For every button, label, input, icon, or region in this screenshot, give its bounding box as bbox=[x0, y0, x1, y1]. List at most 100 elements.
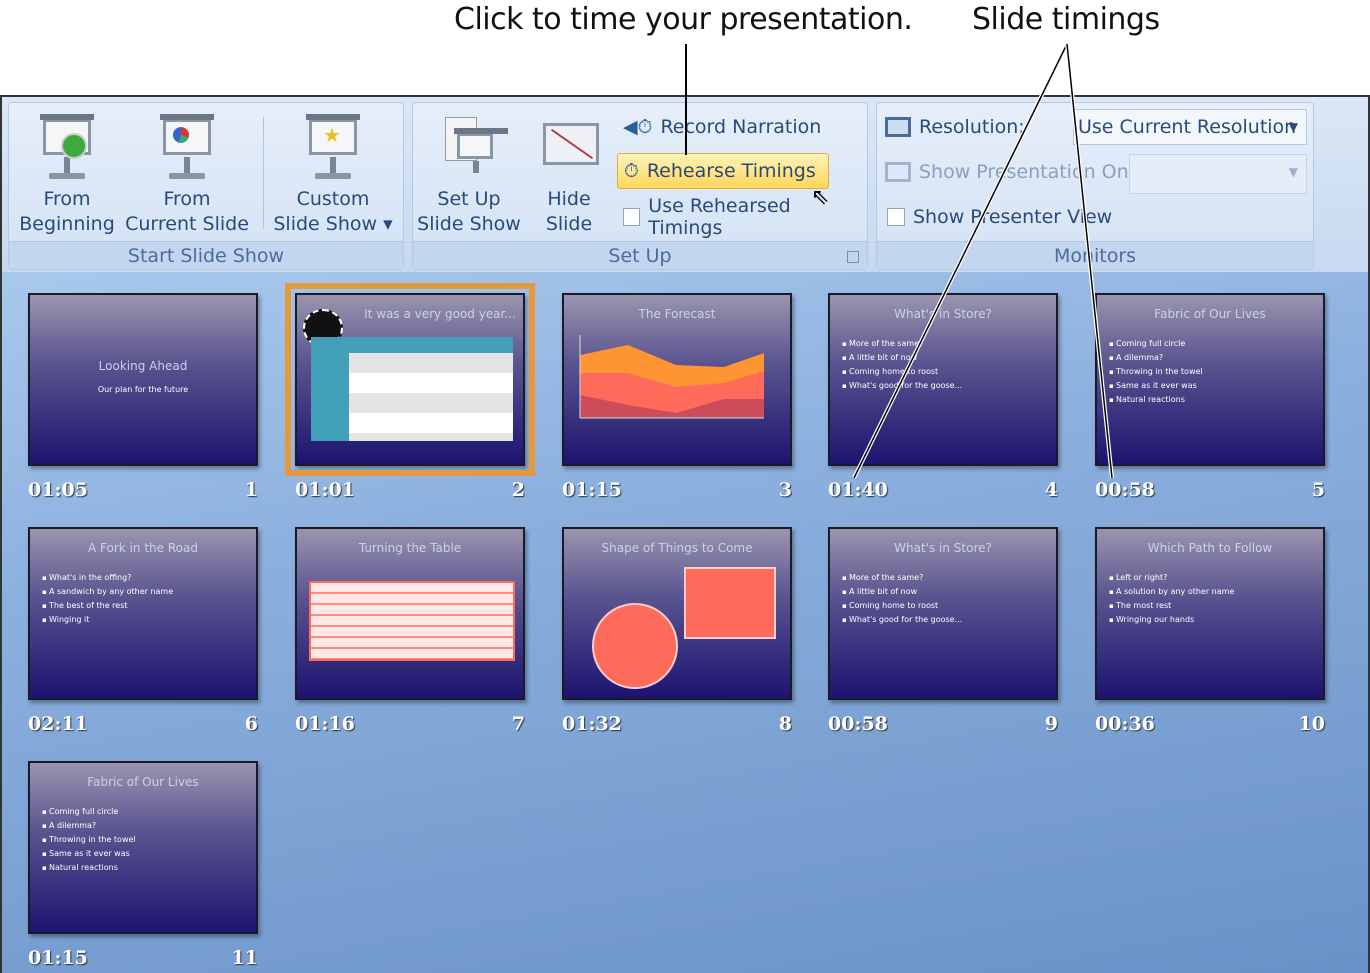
slide-number: 7 bbox=[511, 713, 525, 735]
projector-play-icon bbox=[37, 113, 97, 183]
setup-show-icon bbox=[439, 113, 508, 183]
slide-timing: 01:40 bbox=[828, 479, 888, 501]
resolution-dropdown[interactable]: Use Current Resolution ▼ bbox=[1073, 109, 1307, 145]
slide-thumbnail[interactable]: Fabric of Our Lives Coming full circleA d… bbox=[28, 761, 258, 934]
bullet: A little bit of now bbox=[842, 585, 962, 599]
slide-thumbnail[interactable]: A Fork in the Road What's in the offing?A… bbox=[28, 527, 258, 700]
custom-slide-show-button[interactable]: ★ Custom Slide Show ▾ bbox=[271, 113, 395, 237]
hide-slide-button[interactable]: Hide Slide bbox=[529, 113, 609, 237]
slide-thumbnail[interactable]: Looking Ahead Our plan for the future bbox=[28, 293, 258, 466]
bullet: What's in the offing? bbox=[42, 571, 173, 585]
show-presentation-on-label: Show Presentation On bbox=[879, 154, 1135, 190]
bullet: Coming full circle bbox=[42, 805, 136, 819]
slide-number: 3 bbox=[778, 479, 792, 501]
slide-sorter: Looking Ahead Our plan for the future 01:0… bbox=[0, 272, 1370, 973]
slide-title: What's in Store? bbox=[894, 307, 992, 321]
slide-bullets: More of the same?A little bit of nowComi… bbox=[842, 337, 962, 393]
slide-timing: 01:15 bbox=[28, 947, 88, 969]
dialog-launcher-icon[interactable] bbox=[847, 251, 859, 263]
mouse-cursor-icon: ⇖ bbox=[811, 185, 830, 210]
slide-circle-shape bbox=[592, 603, 678, 689]
slide-area-chart bbox=[579, 335, 764, 419]
slide-timing: 00:58 bbox=[1095, 479, 1155, 501]
record-narration-button[interactable]: ◀⏱ Record Narration bbox=[617, 109, 827, 145]
slide-thumbnail[interactable]: It was a very good year... bbox=[285, 283, 535, 476]
monitors-icon bbox=[885, 162, 911, 182]
hide-slide-icon bbox=[539, 113, 599, 183]
slide-timing: 00:58 bbox=[828, 713, 888, 735]
slide-number: 8 bbox=[778, 713, 792, 735]
bullet: More of the same? bbox=[842, 571, 962, 585]
slide-thumbnail[interactable]: Shape of Things to Come bbox=[562, 527, 792, 700]
set-up-slide-show-button[interactable]: Set Up Slide Show bbox=[417, 113, 521, 237]
bullet: A little bit of now bbox=[842, 351, 962, 365]
bullet: Left or right? bbox=[1109, 571, 1234, 585]
use-rehearsed-timings-checkbox[interactable]: Use Rehearsed Timings bbox=[617, 195, 867, 239]
checkbox[interactable] bbox=[887, 208, 905, 226]
bullet: Natural reactions bbox=[1109, 393, 1203, 407]
bullet: What's good for the goose... bbox=[842, 379, 962, 393]
slide-title: Shape of Things to Come bbox=[601, 541, 753, 555]
slide-title: Looking Ahead bbox=[98, 359, 188, 373]
slide-timing: 01:16 bbox=[295, 713, 355, 735]
slide-bullets: More of the same?A little bit of nowComi… bbox=[842, 571, 962, 627]
monitors-group: Resolution: Use Current Resolution ▼ Show… bbox=[876, 102, 1314, 270]
slide-bullets: Coming full circleA dilemma?Throwing in … bbox=[42, 805, 136, 875]
bullet: Coming home to roost bbox=[842, 599, 962, 613]
slide-number: 11 bbox=[231, 947, 258, 969]
ribbon: From Beginning From Current Slide ★ Custom… bbox=[0, 95, 1370, 272]
chevron-down-icon: ▼ bbox=[1288, 120, 1298, 134]
slide-title: Fabric of Our Lives bbox=[87, 775, 199, 789]
slide-timing: 01:15 bbox=[562, 479, 622, 501]
slide-thumbnail[interactable]: Fabric of Our Lives Coming full circleA d… bbox=[1095, 293, 1325, 466]
bullet: Same as it ever was bbox=[1109, 379, 1203, 393]
stopwatch-icon: ◀⏱ bbox=[623, 116, 653, 138]
slide-thumbnail[interactable]: What's in Store? More of the same?A littl… bbox=[828, 293, 1058, 466]
slide-title: It was a very good year... bbox=[364, 307, 516, 321]
slide-number: 6 bbox=[244, 713, 258, 735]
slide-title: A Fork in the Road bbox=[88, 541, 198, 555]
bullet: Same as it ever was bbox=[42, 847, 136, 861]
slide-table bbox=[309, 581, 515, 661]
slide-rect-shape bbox=[684, 567, 776, 639]
slide-number: 1 bbox=[244, 479, 258, 501]
slide-thumbnail[interactable]: The Forecast bbox=[562, 293, 792, 466]
bullet: A solution by any other name bbox=[1109, 585, 1234, 599]
bullet: Winging it bbox=[42, 613, 173, 627]
show-presentation-on-dropdown[interactable]: ▼ bbox=[1129, 154, 1307, 194]
slide-title: Which Path to Follow bbox=[1147, 541, 1273, 555]
slide-number: 9 bbox=[1044, 713, 1058, 735]
rehearse-timings-button[interactable]: ⏱ Rehearse Timings bbox=[617, 153, 829, 189]
from-current-slide-button[interactable]: From Current Slide bbox=[125, 113, 249, 237]
bullet: Throwing in the towel bbox=[42, 833, 136, 847]
bullet: A dilemma? bbox=[1109, 351, 1203, 365]
slide-timing: 02:11 bbox=[28, 713, 88, 735]
slide-number: 5 bbox=[1311, 479, 1325, 501]
projector-chart-icon bbox=[157, 113, 217, 183]
slide-thumbnail[interactable]: Which Path to Follow Left or right?A solu… bbox=[1095, 527, 1325, 700]
slide-title: What's in Store? bbox=[894, 541, 992, 555]
bullet: The most rest bbox=[1109, 599, 1234, 613]
show-presenter-view-checkbox[interactable]: Show Presenter View bbox=[881, 199, 1118, 235]
slide-number: 10 bbox=[1298, 713, 1325, 735]
checkbox[interactable] bbox=[623, 208, 641, 226]
slide-title: Fabric of Our Lives bbox=[1154, 307, 1266, 321]
slide-subtitle: Our plan for the future bbox=[97, 385, 189, 394]
callout-slide-timings: Slide timings bbox=[972, 2, 1160, 37]
slide-thumbnail[interactable]: Turning the Table bbox=[295, 527, 525, 700]
slide-timing: 00:36 bbox=[1095, 713, 1155, 735]
chevron-down-icon: ▼ bbox=[1288, 165, 1298, 179]
bullet: What's good for the goose... bbox=[842, 613, 962, 627]
slide-bullets: Coming full circleA dilemma?Throwing in … bbox=[1109, 337, 1203, 407]
callout-rehearse: Click to time your presentation. bbox=[454, 2, 913, 37]
bullet: Coming home to roost bbox=[842, 365, 962, 379]
from-beginning-button[interactable]: From Beginning bbox=[15, 113, 119, 237]
slide-thumbnail[interactable]: What's in Store? More of the same?A littl… bbox=[828, 527, 1058, 700]
slide-bullets: What's in the offing?A sandwich by any o… bbox=[42, 571, 173, 627]
bullet: Wringing our hands bbox=[1109, 613, 1234, 627]
bullet: Throwing in the towel bbox=[1109, 365, 1203, 379]
slide-number: 4 bbox=[1044, 479, 1058, 501]
monitor-icon bbox=[885, 117, 911, 137]
set-up-group: Set Up Slide Show Hide Slide ◀⏱ Record Narr… bbox=[412, 102, 868, 270]
bullet: More of the same? bbox=[842, 337, 962, 351]
